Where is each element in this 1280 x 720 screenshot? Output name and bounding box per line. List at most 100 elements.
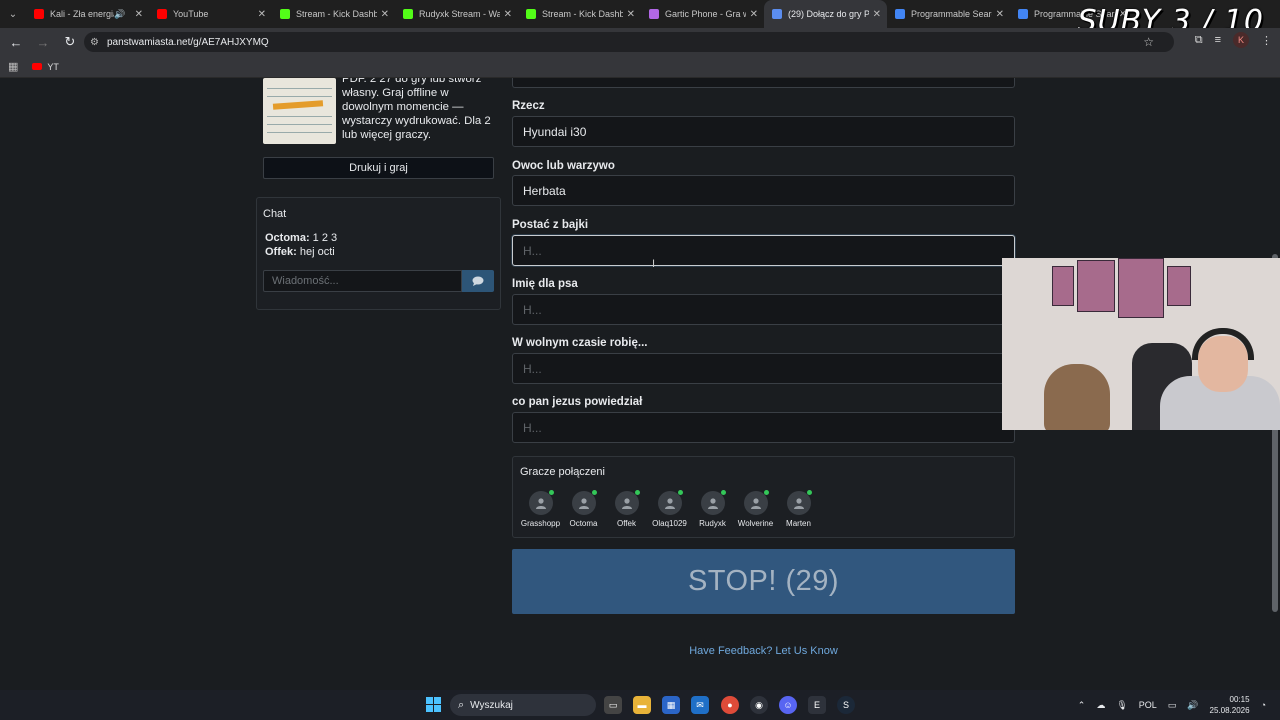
tab-title: Kali - Zła energia: [50, 9, 115, 19]
site-info-icon[interactable]: ⚙: [90, 37, 99, 48]
taskbar-search[interactable]: ⌕ Wyszukaj: [450, 694, 596, 716]
webcam-overlay: [1002, 258, 1280, 430]
player-name: Rudyxk: [699, 519, 726, 528]
browser-tab[interactable]: Gartic Phone - Gra w ✕: [641, 0, 764, 28]
tab-title: Stream - Kick Dashbo: [542, 9, 623, 19]
url-text[interactable]: panstwamiasta.net/g/AE7AHJXYMQ: [107, 37, 269, 48]
browser-tab[interactable]: Stream - Kick Dashbo ✕: [518, 0, 641, 28]
notifications-icon[interactable]: ◔: [1261, 700, 1266, 710]
tab-title: Rudyxk Stream - Wat: [419, 9, 500, 19]
outlook-icon[interactable]: ✉: [691, 696, 709, 714]
file-explorer-icon[interactable]: ▬: [633, 696, 651, 714]
close-tab-icon[interactable]: ✕: [135, 9, 143, 20]
bookmark-label: YT: [47, 61, 59, 72]
browser-tab[interactable]: Stream - Kick Dashbo ✕: [272, 0, 395, 28]
discord-icon[interactable]: ☺: [779, 696, 797, 714]
answer-input-czas-wolny[interactable]: [512, 353, 1015, 384]
chat-send-button[interactable]: [462, 270, 494, 292]
previous-field-input[interactable]: [512, 78, 1015, 88]
address-bar[interactable]: ⚙ panstwamiasta.net/g/AE7AHJXYMQ ☆: [84, 32, 1174, 52]
store-icon[interactable]: ▦: [662, 696, 680, 714]
chat-message-input[interactable]: [263, 270, 462, 292]
browser-tab[interactable]: YouTube ✕: [149, 0, 272, 28]
task-view-icon[interactable]: ▭: [604, 696, 622, 714]
epic-games-icon[interactable]: E: [808, 696, 826, 714]
tab-title: Programmable Searc: [911, 9, 992, 19]
print-promo: PDF. 2 27 do gry lub stwórz własny. Graj…: [256, 78, 501, 150]
player-name: Grasshopp: [520, 519, 561, 528]
browser-tab[interactable]: Rudyxk Stream - Wat ✕: [395, 0, 518, 28]
player-avatar-icon: [786, 490, 812, 515]
players-panel: Gracze połączeni Grasshopp Octoma Offek Ola…: [512, 456, 1015, 538]
windows-start-icon[interactable]: [426, 697, 441, 712]
menu-kebab-icon[interactable]: ⋮: [1261, 34, 1272, 47]
player-name: Marten: [786, 519, 811, 528]
player-item: Grasshopp: [519, 490, 562, 528]
steam-icon[interactable]: S: [837, 696, 855, 714]
field-label: W wolnym czasie robię...: [512, 337, 648, 349]
clock[interactable]: 00:15 25.08.2026: [1210, 694, 1250, 716]
media-control-icon[interactable]: ≡: [1215, 34, 1221, 46]
search-icon: ⌕: [458, 698, 465, 711]
forward-arrow-icon[interactable]: →: [32, 31, 54, 53]
apps-grid-icon[interactable]: ▦: [8, 60, 18, 73]
browser-tab[interactable]: (29) Dołącz do gry Pa ✕: [764, 0, 887, 28]
field-label: Rzecz: [512, 100, 545, 112]
answer-input-postac[interactable]: [512, 235, 1015, 266]
player-name: Wolverine: [737, 519, 774, 528]
player-avatar-icon: [700, 490, 726, 515]
audio-playing-icon[interactable]: 🔊: [114, 9, 125, 20]
close-tab-icon[interactable]: ✕: [381, 9, 389, 20]
field-label: Postać z bajki: [512, 219, 589, 231]
close-tab-icon[interactable]: ✕: [873, 9, 881, 20]
tray-chevron-up-icon[interactable]: ⌃: [1078, 700, 1086, 711]
network-icon[interactable]: ▭: [1168, 700, 1177, 711]
comment-icon: [472, 276, 484, 286]
chat-panel: Chat Octoma: 1 2 3 Offek: hej octi: [256, 197, 501, 310]
answer-input-imie[interactable]: [512, 294, 1015, 325]
youtube-icon: [32, 63, 43, 70]
player-item: Rudyxk: [691, 490, 734, 528]
tab-strip: ⌄ Kali - Zła energia 🔊 ✕ YouTube ✕ Stream - K…: [0, 0, 1280, 39]
reload-icon[interactable]: ↻: [59, 31, 81, 53]
field-label: Owoc lub warzywo: [512, 160, 615, 172]
browser-tab[interactable]: Kali - Zła energia 🔊 ✕: [26, 0, 149, 28]
back-arrow-icon[interactable]: ←: [5, 31, 27, 53]
close-tab-icon[interactable]: ✕: [504, 9, 512, 20]
youtube-icon: [34, 9, 44, 19]
tab-title: Stream - Kick Dashbo: [296, 9, 377, 19]
answer-input-rzecz[interactable]: [512, 116, 1015, 147]
profile-avatar[interactable]: K: [1233, 32, 1249, 48]
extensions-icon[interactable]: ⧉: [1195, 34, 1203, 47]
kick-icon: [526, 9, 536, 19]
microphone-icon[interactable]: 🎙: [1116, 700, 1127, 711]
promo-text: PDF. 2 27 do gry lub stwórz własny. Graj…: [342, 78, 491, 141]
onedrive-icon[interactable]: ☁: [1096, 700, 1105, 711]
language-indicator[interactable]: POL: [1139, 700, 1157, 710]
answer-input-owoc[interactable]: [512, 175, 1015, 206]
bookmark-star-icon[interactable]: ☆: [1143, 35, 1154, 49]
bookmarks-bar: ▦ YT: [0, 56, 1280, 78]
close-tab-icon[interactable]: ✕: [996, 9, 1004, 20]
feedback-link[interactable]: Have Feedback? Let Us Know: [512, 645, 1015, 657]
chrome-icon[interactable]: ●: [721, 696, 739, 714]
bookmark-yt[interactable]: YT: [32, 62, 59, 72]
close-tab-icon[interactable]: ✕: [627, 9, 635, 20]
online-status-dot: [806, 490, 812, 495]
tab-search-chevron-icon[interactable]: ⌄: [0, 0, 26, 28]
volume-icon[interactable]: 🔊: [1187, 700, 1198, 711]
kick-icon: [403, 9, 413, 19]
close-tab-icon[interactable]: ✕: [750, 9, 758, 20]
answer-input-jezus[interactable]: [512, 412, 1015, 443]
player-item: Offek: [605, 490, 648, 528]
stop-button[interactable]: STOP! (29): [512, 549, 1015, 614]
taskbar-search-label: Wyszukaj: [470, 699, 513, 711]
close-tab-icon[interactable]: ✕: [258, 9, 266, 20]
chat-author: Offek:: [265, 246, 297, 258]
print-and-play-button[interactable]: Drukuj i graj: [263, 157, 494, 179]
player-item: Wolverine: [734, 490, 777, 528]
player-avatar-icon: [571, 490, 597, 515]
browser-tab[interactable]: Programmable Searc ✕: [887, 0, 1010, 28]
obs-icon[interactable]: ◉: [750, 696, 768, 714]
chat-title: Chat: [263, 208, 287, 220]
